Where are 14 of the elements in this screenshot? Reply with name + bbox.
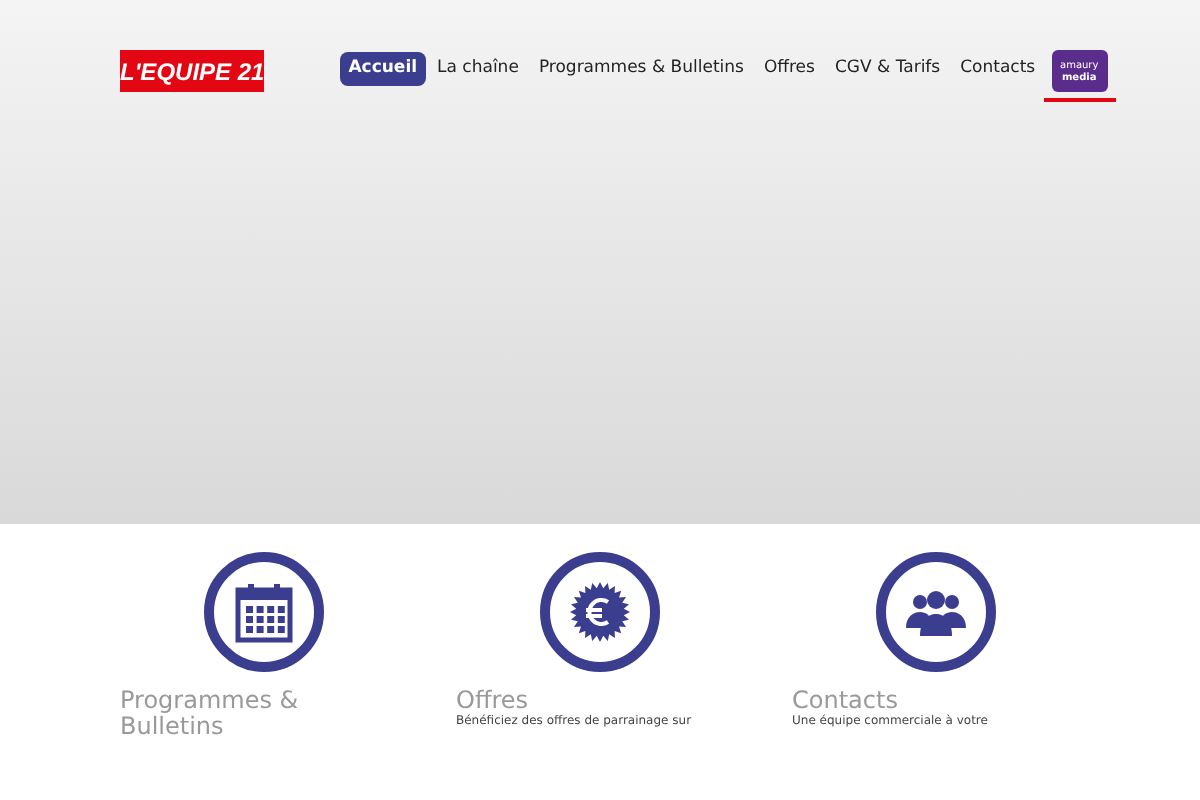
euro-badge-icon <box>568 580 632 644</box>
nav-link[interactable]: Contacts <box>952 52 1044 86</box>
nav-link[interactable]: Offres <box>755 52 823 86</box>
tagline-mark <box>1043 98 1116 102</box>
people-icon <box>904 588 968 636</box>
nav-link[interactable]: Accueil <box>340 52 426 86</box>
calendar-icon <box>232 580 296 644</box>
feature-title: Contacts <box>792 688 900 714</box>
nav-link[interactable]: La chaîne <box>429 52 527 86</box>
feature-title: Offres <box>456 688 531 714</box>
feature-title: Programmes & Bulletins <box>120 688 301 740</box>
nav-link[interactable]: CGV & Tarifs <box>826 52 949 86</box>
channel-logo[interactable]: L'EQUIPE 21 <box>120 50 265 92</box>
nav-link[interactable]: Programmes & Bulletins <box>530 52 752 86</box>
